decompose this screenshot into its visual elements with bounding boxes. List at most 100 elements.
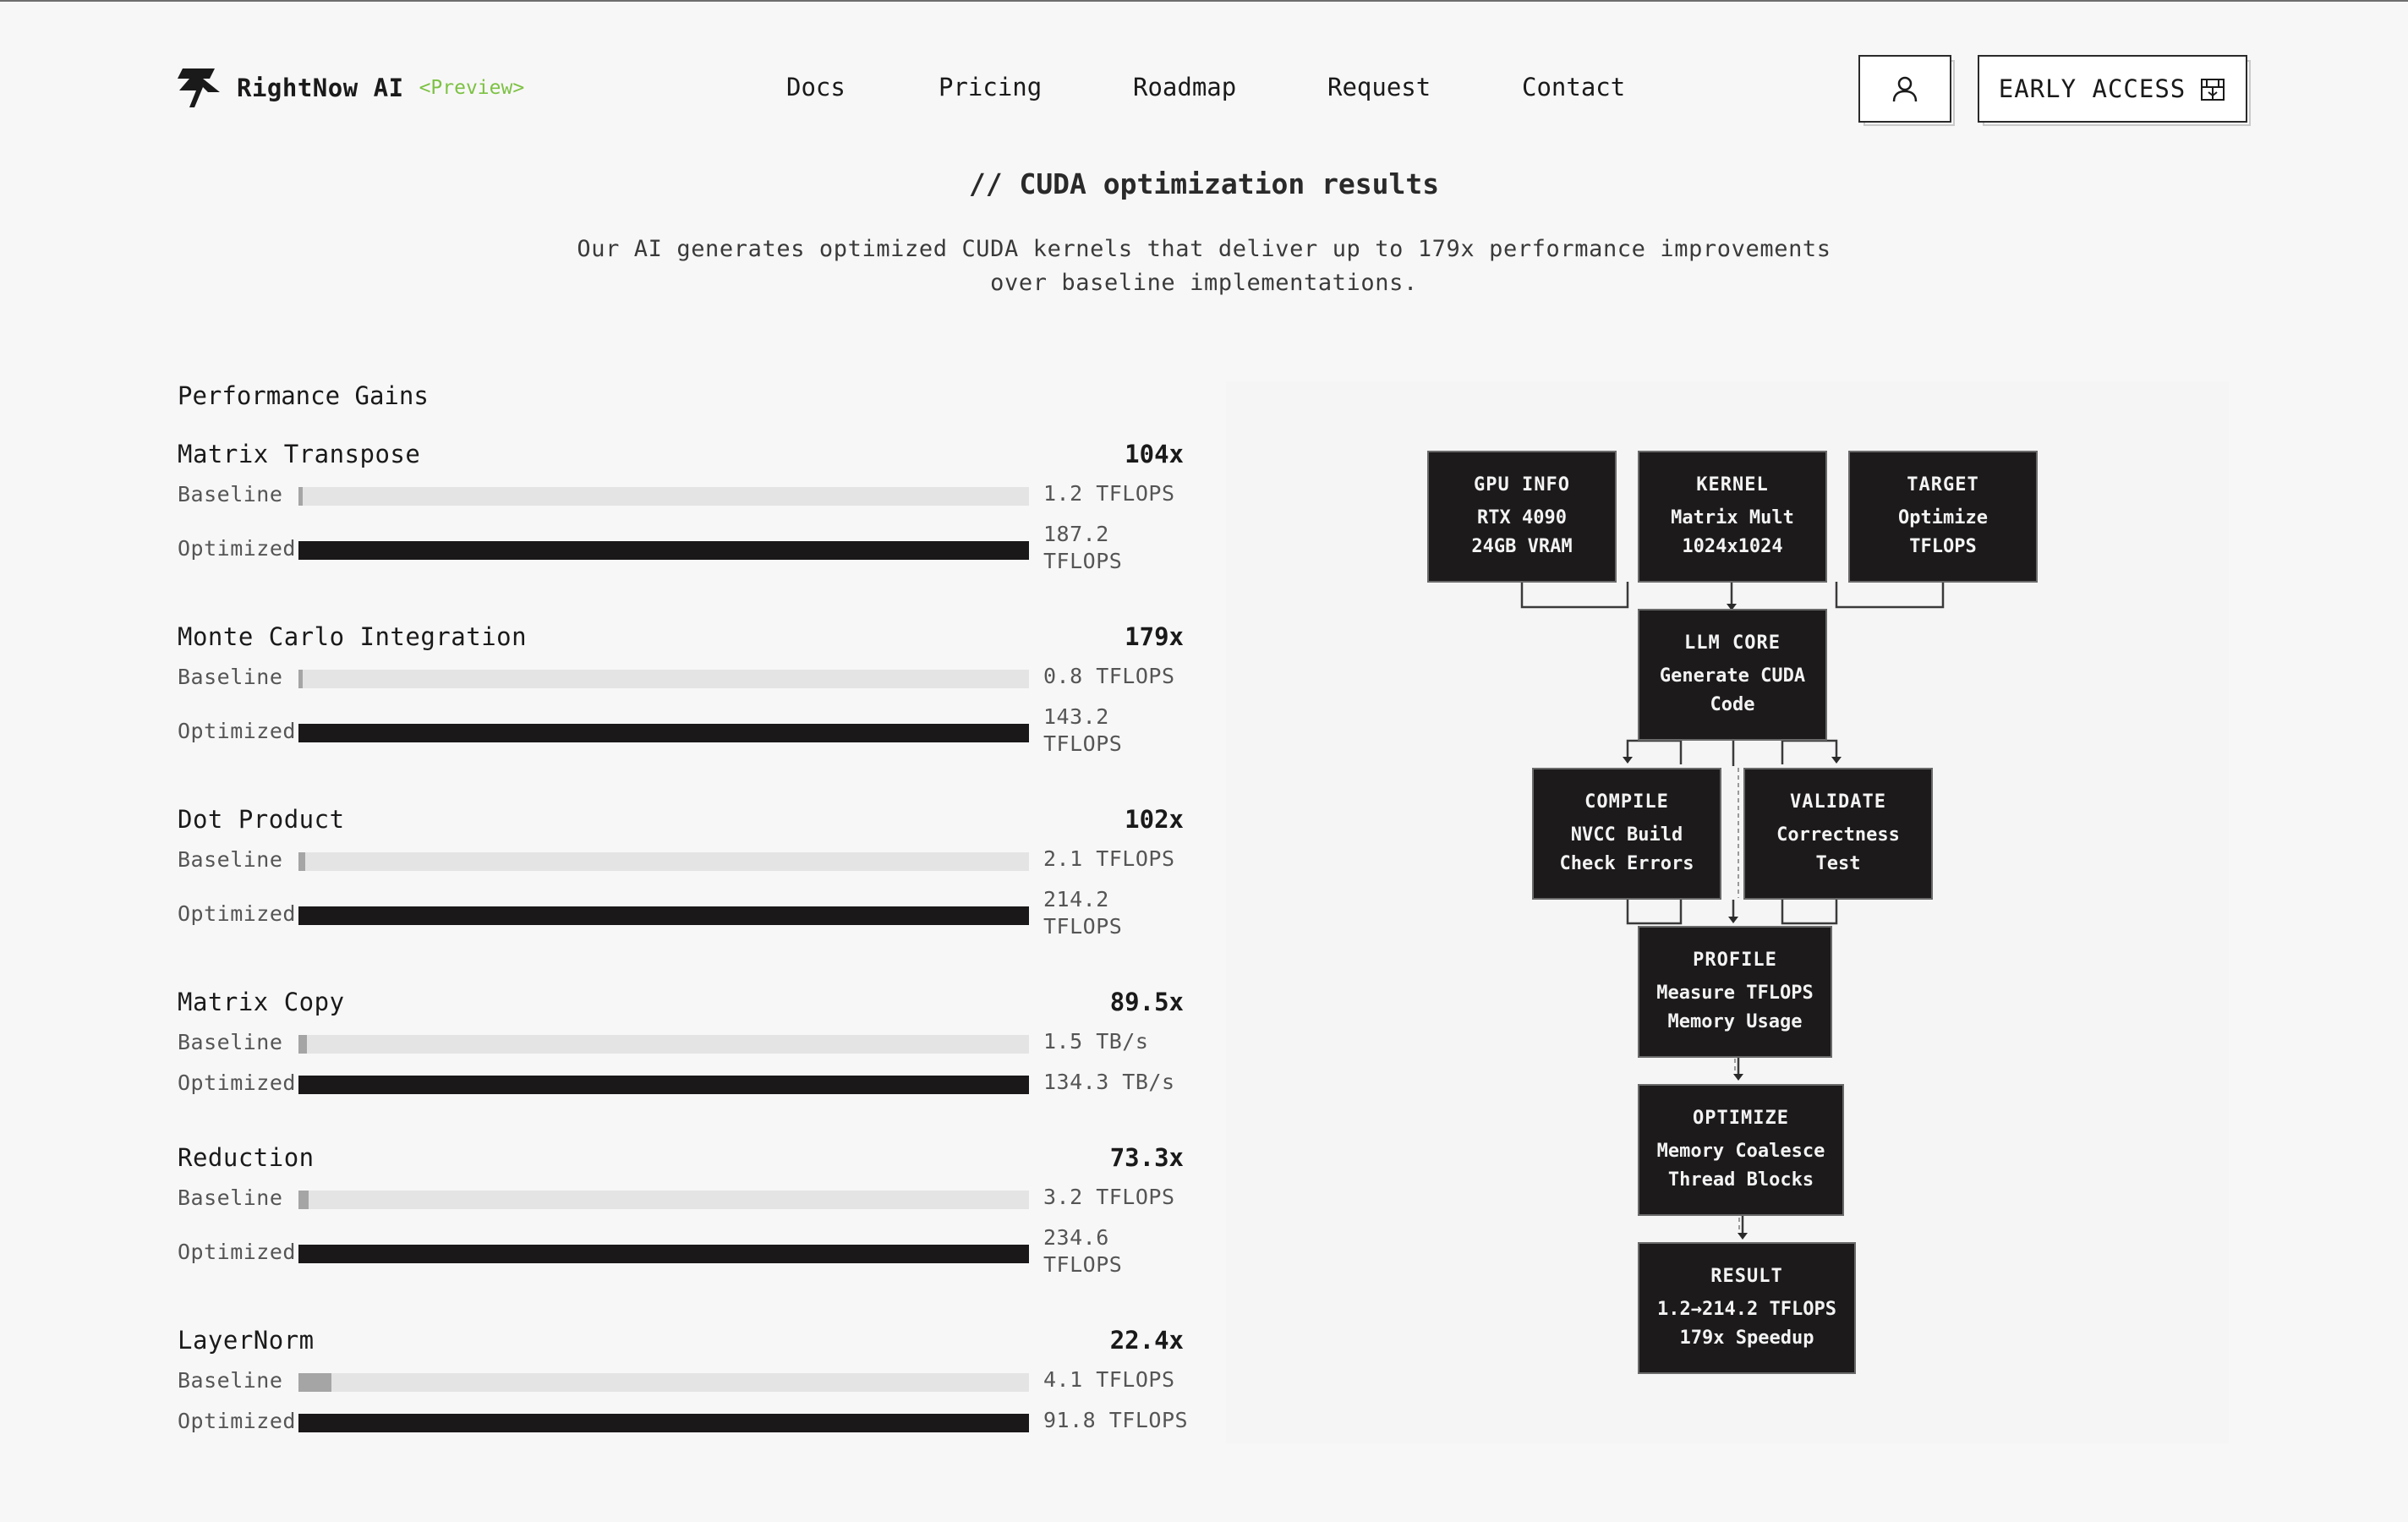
metric-name: Matrix Transpose [178,440,421,468]
baseline-label: Baseline [178,1368,283,1393]
user-icon [1892,76,1918,102]
metric-block: Reduction 73.3x Baseline 3.2 TFLOPS Optimize… [178,1143,1184,1277]
node-title: GPU INFO [1474,474,1570,495]
optimized-bar-fill [298,1245,1029,1263]
node-result: RESULT 1.2→214.2 TFLOPS 179x Speedup [1638,1242,1856,1374]
node-line: Measure TFLOPS [1656,983,1814,1004]
nav-pricing[interactable]: Pricing [939,73,1042,101]
section-title: // CUDA optimization results [968,167,1440,200]
optimized-row: Optimized 134.3 TB/s [178,1070,1184,1121]
metric-block: Matrix Transpose 104x Baseline 1.2 TFLOPS Op… [178,440,1184,573]
optimized-label: Optimized [178,901,296,926]
section-description-line: over baseline implementations. [990,270,1418,296]
early-access-label: EARLY ACCESS [1998,74,2186,103]
metric-name: LayerNorm [178,1326,315,1355]
baseline-label: Baseline [178,847,283,872]
node-line: 1.2→214.2 TFLOPS [1657,1299,1836,1320]
metric-speedup: 104x [1125,440,1184,468]
node-line: Correctness [1776,824,1900,846]
optimized-value: 234.6 TFLOPS [1043,1224,1196,1278]
optimized-bar-track [298,1076,1029,1094]
node-llm-core: LLM CORE Generate CUDA Code [1638,609,1827,741]
optimized-value: 214.2 TFLOPS [1043,886,1196,940]
early-access-button[interactable]: EARLY ACCESS [1978,55,2251,126]
optimized-label: Optimized [178,1409,296,1433]
optimized-value-line: 214.2 [1043,887,1109,912]
optimized-bar-track [298,1414,1029,1432]
optimized-row: Optimized 234.6 TFLOPS [178,1225,1184,1289]
metric-speedup: 73.3x [1109,1143,1184,1172]
optimized-label: Optimized [178,1240,296,1264]
metric-speedup: 22.4x [1109,1326,1184,1355]
node-title: COMPILE [1584,791,1669,813]
baseline-value: 2.1 TFLOPS [1043,846,1175,871]
baseline-label: Baseline [178,1030,283,1054]
optimized-bar-fill [298,1414,1029,1432]
node-kernel: KERNEL Matrix Mult 1024x1024 [1638,451,1827,583]
optimized-value-line: 134.3 TB/s [1043,1070,1175,1094]
node-compile: COMPILE NVCC Build Check Errors [1532,768,1721,900]
baseline-bar-fill [298,670,304,688]
metric-name: Reduction [178,1143,315,1172]
node-line: Check Errors [1559,853,1694,874]
baseline-row: Baseline 1.2 TFLOPS [178,481,1184,533]
node-title: KERNEL [1696,474,1769,495]
baseline-value: 1.5 TB/s [1043,1029,1149,1054]
metric-block: LayerNorm 22.4x Baseline 4.1 TFLOPS Optimize… [178,1326,1188,1443]
optimized-value-line: TFLOPS [1043,914,1123,939]
baseline-bar-fill [298,852,306,871]
baseline-bar-fill [298,1191,309,1209]
node-title: OPTIMIZE [1693,1108,1789,1129]
node-line: 24GB VRAM [1471,536,1573,557]
optimized-value-line: 187.2 [1043,522,1109,546]
node-line: Test [1815,853,1861,874]
user-account-button[interactable] [1858,55,1955,126]
optimized-label: Optimized [178,719,296,743]
open-box-icon [2201,79,2225,101]
nav-roadmap[interactable]: Roadmap [1133,73,1236,101]
nav-contact[interactable]: Contact [1522,73,1625,101]
metric-name: Dot Product [178,805,345,834]
baseline-value: 0.8 TFLOPS [1043,664,1175,688]
baseline-value: 1.2 TFLOPS [1043,481,1175,506]
baseline-bar-track [298,1035,1029,1054]
metric-block: Dot Product 102x Baseline 2.1 TFLOPS Optimiz… [178,805,1184,939]
node-line: Memory Usage [1667,1011,1803,1032]
baseline-bar-track [298,1191,1029,1209]
optimized-bar-track [298,1245,1029,1263]
nav-request[interactable]: Request [1327,73,1431,101]
baseline-bar-track [298,487,1029,506]
baseline-label: Baseline [178,665,283,689]
node-line: 1024x1024 [1682,536,1783,557]
optimized-bar-fill [298,1076,1029,1094]
nav-docs[interactable]: Docs [786,73,846,101]
optimized-bar-track [298,724,1029,742]
optimized-label: Optimized [178,536,296,561]
optimized-bar-fill [298,906,1029,925]
node-line: Matrix Mult [1671,507,1794,528]
node-validate: VALIDATE Correctness Test [1743,768,1933,900]
node-line: TFLOPS [1909,536,1977,557]
node-line: Thread Blocks [1667,1169,1814,1191]
optimized-label: Optimized [178,1070,296,1095]
optimized-value-line: 91.8 TFLOPS [1043,1408,1189,1432]
optimized-row: Optimized 187.2 TFLOPS [178,522,1184,585]
baseline-bar-track [298,852,1029,871]
optimized-value-line: 234.6 [1043,1225,1109,1250]
optimized-bar-track [298,906,1029,925]
optimized-value-line: TFLOPS [1043,731,1123,756]
section-description: Our AI generates optimized CUDA kernels … [507,233,1901,300]
baseline-label: Baseline [178,482,283,506]
optimized-value: 187.2 TFLOPS [1043,521,1196,575]
baseline-row: Baseline 0.8 TFLOPS [178,664,1184,715]
site-header: RightNow AI <Preview> Docs Pricing Roadm… [0,2,2408,179]
node-title: TARGET [1907,474,1979,495]
performance-gains: Performance Gains Matrix Transpose 104x Ba… [178,381,1188,1433]
optimized-row: Optimized 91.8 TFLOPS [178,1408,1188,1459]
optimized-value: 143.2 TFLOPS [1043,704,1196,758]
optimized-bar-track [298,541,1029,560]
optimized-value-line: TFLOPS [1043,1252,1123,1277]
metric-block: Monte Carlo Integration 179x Baseline 0.8 T… [178,622,1184,756]
node-profile: PROFILE Measure TFLOPS Memory Usage [1638,926,1832,1058]
node-title: VALIDATE [1790,791,1886,813]
